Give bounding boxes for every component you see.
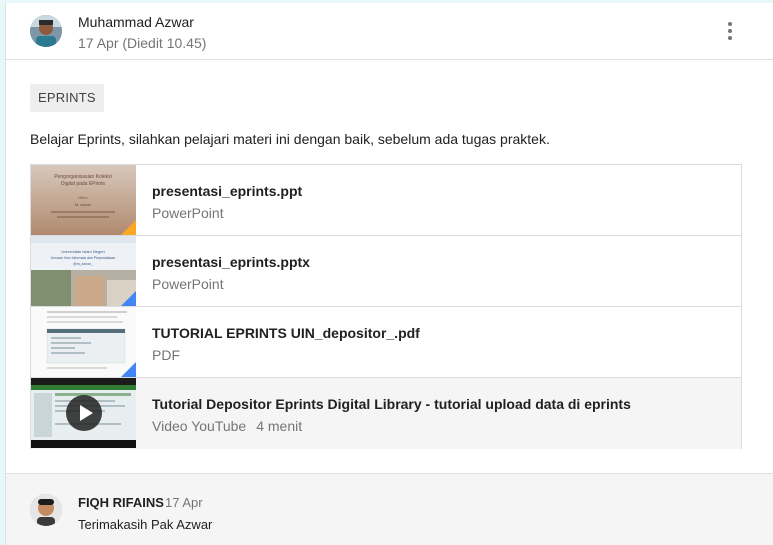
attachment-type-label: Video YouTube	[152, 418, 247, 434]
attachment-thumbnail	[31, 307, 136, 377]
attachment-type: Video YouTube 4 menit	[152, 418, 302, 434]
commenter-name[interactable]: FIQH RIFAINS	[78, 495, 164, 510]
stream-post-card: Muhammad Azwar 17 Apr (Diedit 10.45) EPR…	[5, 3, 773, 545]
thumb-line: @m_azwar_	[73, 262, 93, 266]
attachment-list: Pengorganisasian Koleksi Digital pada EP…	[30, 164, 742, 449]
attachment-type: PowerPoint	[152, 205, 224, 221]
attachment-thumbnail	[31, 378, 136, 448]
attachment-thumbnail: Universitas Islam Negeri Jurusan Ilmu In…	[31, 236, 136, 306]
post-header: Muhammad Azwar 17 Apr (Diedit 10.45)	[6, 3, 773, 60]
author-name[interactable]: Muhammad Azwar	[78, 14, 194, 30]
thumb-line: M. azwar	[75, 202, 92, 207]
post-date: 17 Apr (Diedit 10.45)	[78, 35, 207, 51]
play-icon[interactable]	[66, 395, 102, 431]
attachment-thumbnail: Pengorganisasian Koleksi Digital pada EP…	[31, 165, 136, 235]
comment-text: Terimakasih Pak Azwar	[78, 517, 213, 532]
video-duration: 4 menit	[256, 418, 303, 434]
attachment-item[interactable]: TUTORIAL EPRINTS UIN_depositor_.pdf PDF	[31, 307, 741, 378]
thumb-line: Universitas Islam Negeri	[61, 249, 104, 254]
topic-chip[interactable]: EPRINTS	[30, 84, 104, 112]
thumb-line: Oleh:	[78, 195, 88, 200]
attachment-type: PDF	[152, 347, 180, 363]
attachment-item[interactable]: Universitas Islam Negeri Jurusan Ilmu In…	[31, 236, 741, 307]
comment-date: 17 Apr	[165, 495, 203, 510]
attachment-title[interactable]: presentasi_eprints.ppt	[152, 183, 302, 199]
attachment-title[interactable]: presentasi_eprints.pptx	[152, 254, 310, 270]
thumb-line: Pengorganisasian Koleksi	[54, 174, 112, 180]
attachment-title[interactable]: TUTORIAL EPRINTS UIN_depositor_.pdf	[152, 325, 420, 341]
attachment-item[interactable]: Tutorial Depositor Eprints Digital Libra…	[31, 378, 741, 449]
thumb-line: Jurusan Ilmu Informasi dan Perpustakaan	[51, 256, 116, 260]
commenter-avatar[interactable]	[30, 494, 62, 526]
author-avatar[interactable]	[30, 15, 62, 47]
comment-section: FIQH RIFAINS 17 Apr Terimakasih Pak Azwa…	[6, 473, 773, 545]
attachment-type: PowerPoint	[152, 276, 224, 292]
attachment-item[interactable]: Pengorganisasian Koleksi Digital pada EP…	[31, 165, 741, 236]
attachment-title[interactable]: Tutorial Depositor Eprints Digital Libra…	[152, 396, 631, 412]
thumb-line: Digital pada EPrints	[61, 181, 105, 187]
more-options-icon[interactable]	[718, 19, 742, 43]
post-body-text: Belajar Eprints, silahkan pelajari mater…	[30, 131, 550, 147]
